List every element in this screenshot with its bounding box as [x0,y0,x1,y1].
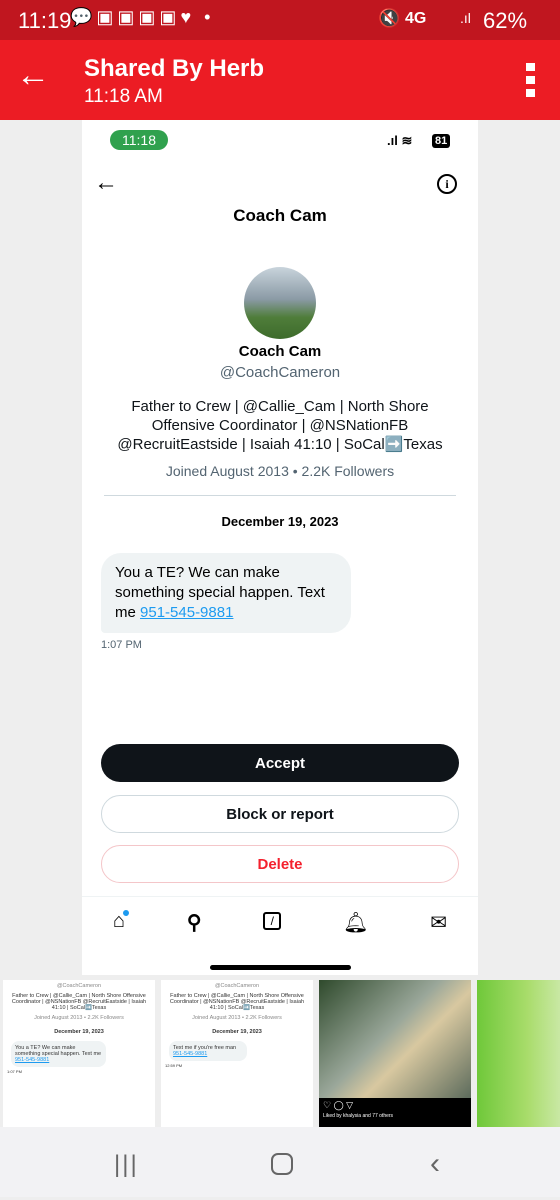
thumb-time: 1:07 PM [7,1069,22,1074]
home-icon[interactable]: ⌂ [113,910,129,935]
message-time: 1:07 PM [101,639,142,651]
thumb-bio: Father to Crew | @Callie_Cam | North Sho… [11,993,147,1011]
network-type: 4G [405,10,427,27]
search-icon[interactable]: ⚲ [187,910,202,935]
recent-apps-button[interactable]: ||| [114,1151,139,1179]
thumb-date: December 19, 2023 [212,1029,262,1035]
app-bar: ← Shared By Herb 11:18 AM [0,40,560,120]
back-button[interactable]: ‹ [430,1147,440,1181]
bio-line: Offensive Coordinator | @NSNationFB [151,417,409,434]
joined-followers: Joined August 2013 • 2.2K Followers [165,463,395,479]
profile-name: Coach Cam [238,343,322,360]
thumb-bubble: Text me if you're free man 951-545-9881 [169,1041,247,1061]
thumb-date: December 19, 2023 [54,1029,104,1035]
thumb-joined: Joined August 2013 • 2.2K Followers [192,1015,282,1021]
conversation-title: Coach Cam [233,206,327,225]
app-title: Shared By Herb [84,55,265,82]
thumb-handle: @CoachCameron [214,983,260,989]
notification-icons: 💬▣▣▣▣♥ • [70,7,215,27]
thumb-joined: Joined August 2013 • 2.2K Followers [34,1015,124,1021]
profile-bio: Father to Crew | @Callie_Cam | North Sho… [82,397,478,454]
date-separator: December 19, 2023 [221,514,339,529]
back-arrow-icon[interactable]: ← [16,58,50,92]
post-action-icons: ♡ ◯ ▽ [323,1100,354,1110]
divider [82,896,478,897]
accept-button[interactable]: Accept [101,744,459,782]
app-subtitle: 11:18 AM [84,86,163,107]
avatar[interactable] [244,267,316,339]
mute-icon: 🔇 [378,8,401,28]
home-indicator [210,965,351,970]
navigation-bar: ||| ‹ [0,1127,560,1197]
thumbnail-photo[interactable] [477,980,560,1127]
divider [104,495,456,496]
mail-icon[interactable]: ✉ [430,910,447,935]
info-icon[interactable]: i [437,174,457,194]
call-time-pill: 11:18 [110,130,168,150]
system-status-bar: 11:19 💬▣▣▣▣♥ • 🔇 4G .ıl 62% [0,0,560,40]
signal-icon: .ıl [460,10,471,26]
bell-icon[interactable]: 🔔︎ [343,910,368,935]
bio-line: Father to Crew | @Callie_Cam | North Sho… [131,398,429,415]
back-arrow-icon[interactable]: ← [94,170,118,196]
thumbnail[interactable]: @CoachCameron Father to Crew | @Callie_C… [3,980,155,1127]
signal-wifi-icon: .ıl ≋ [387,133,413,148]
thumb-handle: @CoachCameron [56,983,102,989]
bio-line: @RecruitEastside | Isaiah 41:10 | SoCal➡… [117,436,443,453]
photo [319,980,471,1098]
compose-icon[interactable]: / [263,912,282,930]
battery-level: 81 [432,134,451,148]
tab-bar: ⌂ ⚲ / 🔔︎ ✉ [82,910,478,935]
thumb-time: 12:59 PM [165,1063,183,1068]
delete-button[interactable]: Delete [101,845,459,883]
thumb-bubble: You a TE? We can make something special … [11,1041,106,1067]
battery-level: 62% [483,8,528,33]
profile-handle: @CoachCameron [219,364,341,381]
block-report-button[interactable]: Block or report [101,795,459,833]
shared-screenshot[interactable]: 11:18 .ıl ≋ 81 ← i Coach Cam Coach Cam @… [82,120,478,975]
message-bubble[interactable]: You a TE? We can make something special … [101,553,351,633]
thumb-bio: Father to Crew | @Callie_Cam | North Sho… [169,993,305,1011]
thumbnail-photo[interactable]: ♡ ◯ ▽ Liked by khalysia and 77 others [319,980,471,1127]
more-options-icon[interactable] [526,63,535,97]
home-button[interactable] [271,1153,293,1175]
clock: 11:19 [18,8,72,33]
phone-link[interactable]: 951-545-9881 [140,604,233,621]
thumbnail[interactable]: @CoachCameron Father to Crew | @Callie_C… [161,980,313,1127]
likes-text: Liked by khalysia and 77 others [323,1113,394,1119]
